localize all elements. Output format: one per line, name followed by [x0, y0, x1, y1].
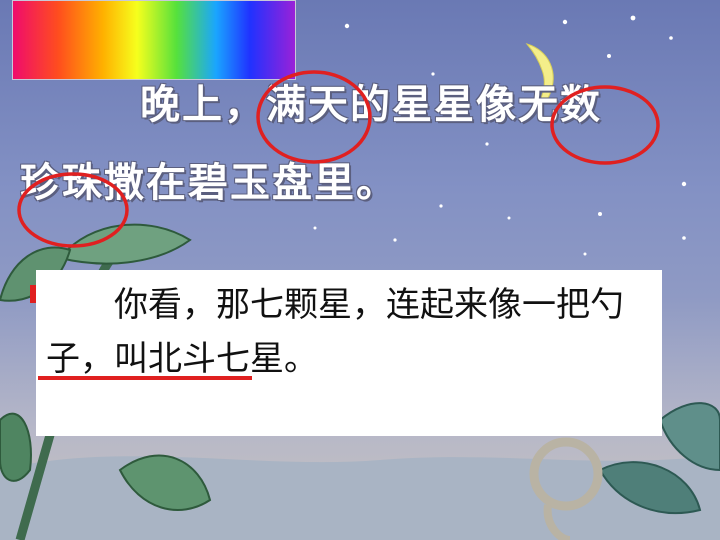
- star-icon: [682, 236, 686, 240]
- star-icon: [630, 15, 636, 21]
- star-icon: [681, 181, 687, 187]
- poem-line-2: 珍珠撒在碧玉盘里。: [20, 160, 398, 206]
- star-icon: [485, 142, 489, 146]
- star-icon: [607, 54, 611, 58]
- star-icon: [583, 252, 587, 256]
- callout-sentence: 你看，那七颗星，连起来像一把勺子，叫北斗七星。: [46, 285, 624, 379]
- star-icon: [439, 204, 443, 208]
- star-icon: [313, 226, 317, 230]
- leaf: [0, 412, 32, 482]
- star-icon: [344, 23, 350, 29]
- callout-text: 你看，那七颗星，连起来像一把勺子，叫北斗七星。: [46, 278, 656, 386]
- callout-box: 你看，那七颗星，连起来像一把勺子，叫北斗七星。: [36, 270, 662, 436]
- star-icon: [598, 212, 602, 216]
- star-icon: [507, 216, 511, 220]
- stars: [313, 15, 687, 256]
- star-icon: [669, 36, 673, 40]
- poem-line-1: 晚上，满天的星星像无数: [140, 82, 602, 128]
- star-icon: [393, 238, 397, 242]
- star-icon: [562, 19, 568, 25]
- leaf: [58, 223, 192, 265]
- rainbow-banner: [12, 0, 296, 80]
